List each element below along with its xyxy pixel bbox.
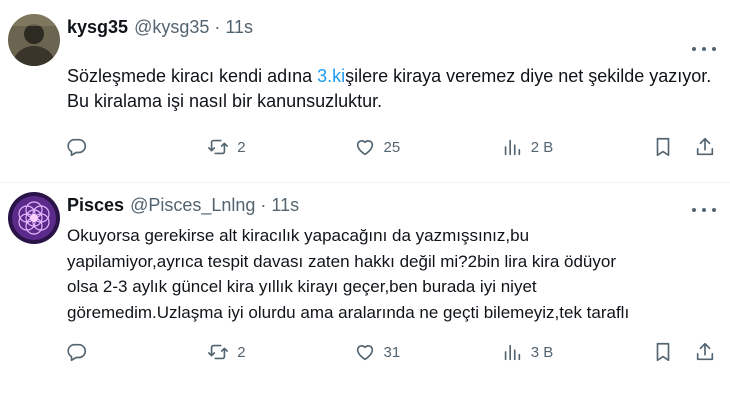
retweet-button[interactable]: 2: [207, 136, 352, 158]
more-icon[interactable]: [692, 203, 716, 217]
views-icon: [504, 139, 520, 156]
tweet-text: Sözleşmede kiracı kendi adına 3.kişilere…: [67, 64, 716, 114]
tweet-header: kysg35 @kysg35 · 11s: [67, 14, 253, 40]
avatar-image: [8, 192, 60, 244]
retweet-icon: [208, 139, 229, 155]
avatar[interactable]: [8, 14, 60, 66]
tweet-header: Pisces @Pisces_Lnlng · 11s: [67, 192, 299, 218]
share-button[interactable]: [694, 136, 716, 158]
tweet-text-line: Okuyorsa gerekirse alt kiracılık yapacağ…: [67, 226, 530, 245]
tweet-text-part: Sözleşmede kiracı kendi adına: [67, 66, 318, 86]
tweet-text: Okuyorsa gerekirse alt kiracılık yapacağ…: [67, 223, 716, 325]
tweet-actions: 2 31 3 B: [66, 340, 716, 364]
retweet-count: 2: [237, 343, 246, 361]
separator: ·: [260, 194, 267, 215]
display-name[interactable]: Pisces: [67, 195, 124, 216]
more-icon[interactable]: [692, 42, 716, 56]
views-icon: [504, 344, 520, 361]
tweet[interactable]: kysg35 @kysg35 · 11s Sözleşmede kiracı k…: [0, 0, 730, 182]
bookmark-icon: [656, 137, 670, 157]
reply-icon: [67, 138, 87, 157]
like-count: 31: [383, 343, 401, 361]
separator: ·: [214, 16, 221, 37]
views-button[interactable]: 2 B: [501, 136, 651, 158]
reply-icon: [67, 343, 87, 362]
like-icon: [356, 345, 373, 361]
timestamp[interactable]: 11s: [271, 195, 299, 216]
tweet-text-line: olsa 2-3 aylık güncel kira yıllık kirayı…: [67, 277, 537, 296]
reply-button[interactable]: [66, 341, 206, 363]
share-button[interactable]: [694, 341, 716, 363]
like-count: 25: [383, 138, 401, 156]
tweet-text-line: yapilamiyor,ayrıca tespit davası zaten h…: [67, 251, 616, 271]
bookmark-button[interactable]: [652, 341, 674, 363]
display-name[interactable]: kysg35: [67, 17, 128, 38]
tweet[interactable]: Pisces @Pisces_Lnlng · 11s Okuyorsa gere…: [0, 183, 730, 420]
reply-button[interactable]: [66, 136, 206, 158]
bookmark-icon: [656, 342, 670, 362]
like-button[interactable]: 31: [354, 341, 500, 363]
timestamp[interactable]: 11s: [225, 17, 253, 38]
like-button[interactable]: 25: [354, 136, 500, 158]
share-icon: [696, 137, 714, 156]
username[interactable]: @Pisces_Lnlng: [130, 195, 255, 216]
tweet-end-actions: [652, 341, 716, 363]
tweet-actions: 2 25 2 B: [66, 135, 716, 159]
views-button[interactable]: 3 B: [501, 341, 651, 363]
bookmark-button[interactable]: [652, 136, 674, 158]
tweet-text-line: göremedim.Uzlaşma iyi olurdu ama araları…: [67, 302, 630, 322]
view-count: 3 B: [530, 343, 554, 361]
view-count: 2 B: [530, 138, 554, 156]
share-icon: [696, 342, 714, 361]
tweet-end-actions: [652, 136, 716, 158]
avatar-image: [8, 14, 60, 66]
retweet-count: 2: [237, 138, 246, 156]
like-icon: [356, 140, 373, 156]
retweet-button[interactable]: 2: [207, 341, 352, 363]
tweet-link[interactable]: 3.ki: [317, 66, 345, 86]
retweet-icon: [208, 344, 229, 360]
avatar[interactable]: [8, 192, 60, 244]
username[interactable]: @kysg35: [134, 17, 209, 38]
